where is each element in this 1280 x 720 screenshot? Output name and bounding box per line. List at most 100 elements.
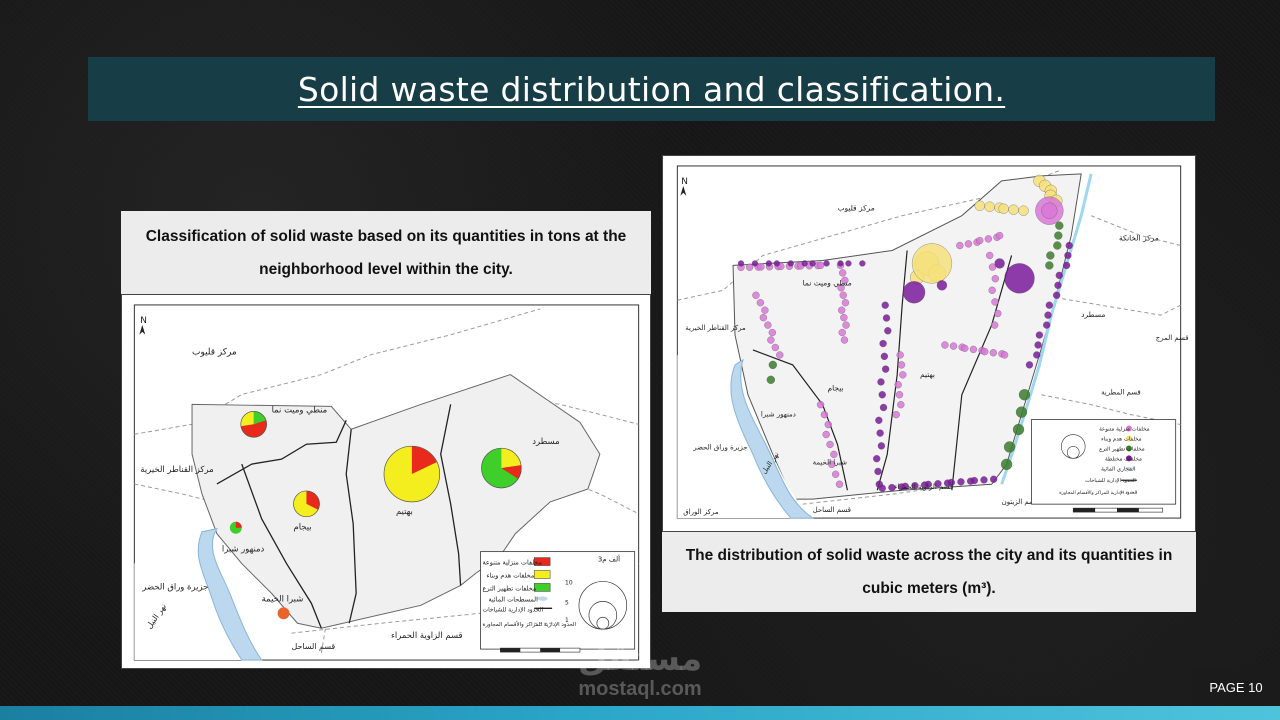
- waste-point-mixed2: [1043, 321, 1051, 329]
- rlabel-mostorod: مسطرد: [1081, 310, 1105, 319]
- waste-point-mixed2: [737, 260, 745, 267]
- waste-point-canal: [766, 375, 775, 384]
- rlabel-damanhour: دمنهور شبرا: [761, 411, 796, 419]
- right-map-legend: مخلفات منزلية متنوعة مخلفات هدم وبناء مخ…: [1031, 419, 1177, 505]
- svg-text:N: N: [140, 316, 147, 326]
- waste-point-mixed: [767, 336, 775, 344]
- waste-point-mixed2: [882, 365, 890, 373]
- waste-point-demolition: [974, 200, 985, 211]
- rlegend-demolition: مخلفات هدم وبناء: [1101, 436, 1142, 442]
- pie-bahtim: [383, 445, 441, 503]
- waste-point-mixed: [768, 328, 776, 337]
- waste-point-mixed2: [882, 314, 891, 322]
- pie-mit-nama: [240, 411, 267, 438]
- waste-point-mixed2: [809, 260, 816, 267]
- rlabel-warraq-center: مركز الوراق: [683, 508, 719, 516]
- page-number: PAGE 10: [1192, 668, 1280, 706]
- left-map-caption: Classification of solid waste based on i…: [121, 211, 651, 294]
- waste-point-mixed2: [881, 301, 889, 309]
- rlegend-admin-boundary: الحدود الإدارية للشياخات: [1085, 478, 1136, 484]
- waste-point-mixed: [897, 361, 906, 369]
- legend-scale-10: 10: [565, 579, 573, 586]
- waste-point-mixed2: [970, 476, 978, 485]
- waste-point-canal: [1018, 389, 1031, 401]
- waste-point-mixed2: [823, 260, 830, 267]
- waste-point-mixed: [839, 269, 847, 277]
- waste-point-mixed: [994, 309, 1002, 318]
- waste-point-canal: [1000, 458, 1013, 470]
- waste-point-mixed: [826, 440, 834, 449]
- legend-scale-1: 1: [565, 617, 569, 624]
- waste-point-mixed: [1000, 351, 1009, 359]
- waste-point-mixed2: [1004, 263, 1035, 294]
- waste-point-mixed: [822, 430, 830, 439]
- rlabel-bahtim: بهتيم: [920, 370, 935, 379]
- waste-point-canal: [1055, 221, 1064, 230]
- waste-point-mixed2: [837, 260, 844, 267]
- waste-point-mixed2: [1053, 291, 1061, 299]
- slide-title-bar: Solid waste distribution and classificat…: [88, 57, 1215, 121]
- waste-point-mixed2: [980, 476, 988, 484]
- waste-point-mixed: [991, 275, 999, 283]
- waste-point-mixed: [1041, 202, 1058, 219]
- waste-point-mixed2: [884, 327, 892, 335]
- left-classification-map: N مركز قليوب مركز القناطر الخيرية جزيرة …: [121, 294, 651, 669]
- pie-bigam: [293, 490, 320, 518]
- waste-point-mixed: [961, 344, 969, 352]
- rlabel-sahel: قسم الساحل: [813, 506, 851, 514]
- waste-point-mixed2: [845, 260, 852, 267]
- waste-point-mixed: [841, 299, 850, 307]
- waste-point-mixed: [984, 235, 992, 243]
- waste-point-mixed2: [765, 260, 772, 267]
- waste-point-demolition: [911, 243, 953, 284]
- right-scale-bar: [1072, 507, 1164, 513]
- pie-damanhour: [229, 521, 242, 534]
- waste-point-mixed2: [994, 258, 1005, 269]
- page-number-label: PAGE 10: [1209, 679, 1263, 695]
- legend-unit: ألف م3: [598, 555, 620, 564]
- waste-point-mixed2: [1065, 241, 1073, 250]
- waste-point-mixed2: [1045, 301, 1053, 309]
- waste-point-mixed: [816, 401, 825, 409]
- waste-point-mixed2: [873, 455, 881, 463]
- rlabel-zawya: قسم الزاوية الحمراء: [894, 483, 953, 491]
- waste-point-canal: [1045, 261, 1054, 270]
- left-map-legend: ألف م3 مخلفات منزلية متنوعة مخلفات هدم و…: [480, 551, 636, 650]
- waste-point-mixed: [895, 391, 904, 399]
- waste-point-demolition: [1008, 204, 1019, 215]
- label-khaima: شبرا الخيمة: [262, 593, 304, 603]
- svg-text:N: N: [681, 177, 688, 187]
- waste-point-canal: [1054, 231, 1063, 240]
- waste-point-mixed2: [879, 339, 887, 348]
- waste-point-mixed: [988, 286, 996, 294]
- mostaql-watermark: مستقل mostaql.com: [560, 640, 720, 706]
- left-map-graphic: N مركز قليوب مركز القناطر الخيرية جزيرة …: [122, 295, 650, 668]
- label-warraq: جزيرة وراق الحضر: [141, 581, 208, 591]
- waste-point-mixed: [759, 314, 768, 322]
- watermark-arabic: مستقل: [577, 639, 703, 679]
- waste-point-mixed: [899, 371, 907, 379]
- waste-point-mixed2: [878, 391, 886, 399]
- waste-point-mixed2: [859, 260, 866, 267]
- rlabel-mit-nama: منطي وميت نما: [803, 278, 852, 287]
- waste-point-mixed2: [1025, 361, 1034, 369]
- rlabel-warraq: جزيرة وراق الحضر: [692, 443, 747, 451]
- rlabel-khaima: شبرا الخيمة: [813, 458, 847, 466]
- waste-point-mixed: [756, 299, 765, 307]
- rlegend-mixed2: مخلفات مختلطة: [1105, 456, 1142, 462]
- waste-point-mixed: [897, 401, 905, 409]
- waste-point-mixed2: [957, 478, 965, 486]
- waste-point-mixed2: [902, 281, 926, 304]
- waste-point-mixed2: [1034, 341, 1042, 349]
- waste-point-mixed: [941, 341, 949, 349]
- legend-mixed: مخلفات منزلية متنوعة: [482, 559, 542, 567]
- rlabel-qalyub: مركز قليوب: [837, 204, 874, 213]
- waste-point-mixed: [842, 321, 850, 329]
- waste-point-mixed2: [879, 403, 888, 412]
- right-distribution-map: N مركز قليوب مركز الخانكة مركز القناطر ا…: [662, 155, 1196, 532]
- waste-point-mixed: [839, 291, 847, 299]
- waste-point-mixed2: [773, 260, 780, 267]
- waste-point-mixed: [991, 298, 999, 306]
- waste-point-mixed: [757, 263, 765, 271]
- waste-point-mixed2: [874, 467, 882, 476]
